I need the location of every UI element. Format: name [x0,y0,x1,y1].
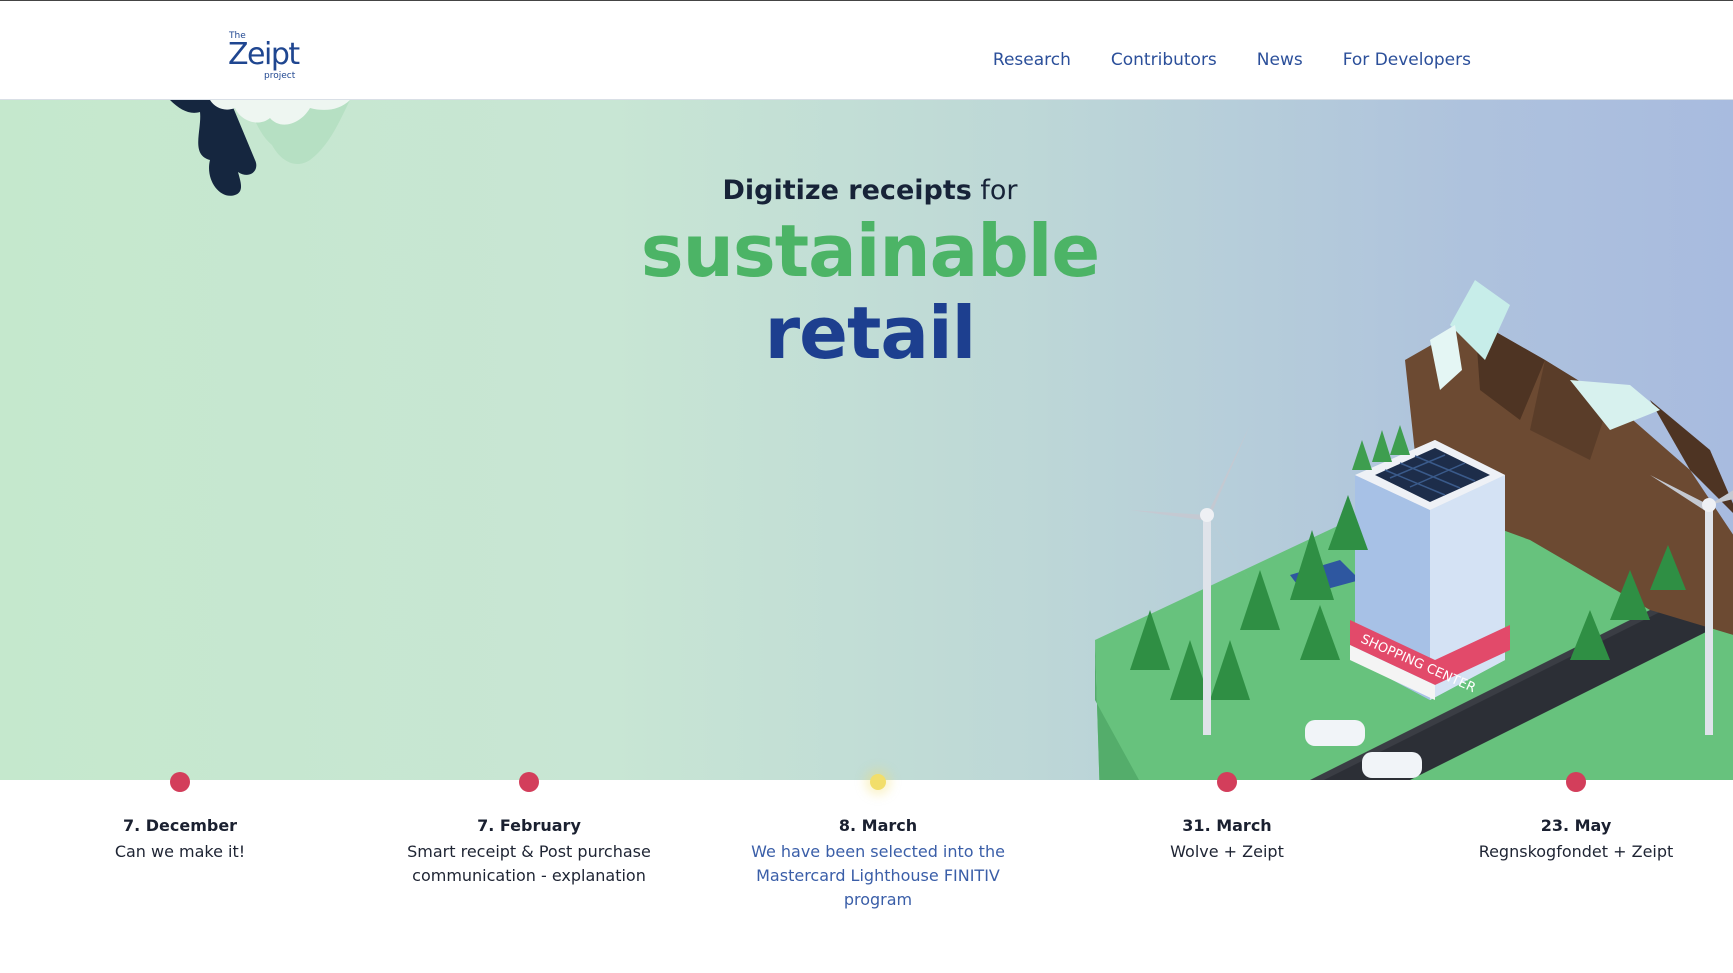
page: The Zeipt project Research Contributors … [0,0,1733,973]
timeline-date: 23. May [1540,816,1612,835]
logo-wordmark: Zeipt [228,37,300,72]
timeline-title: Regnskogfondet + Zeipt [1478,842,1674,861]
timeline-dot[interactable] [1566,772,1586,792]
timeline-date: 7. February [477,816,581,835]
site-header: The Zeipt project Research Contributors … [0,0,1733,100]
nav-for-developers-link[interactable]: For Developers [1343,50,1471,70]
hero-line-1: Digitize receipts for [0,175,1733,206]
timeline-title: Smart receipt & Post purchase communicat… [407,842,651,885]
timeline-dot-active[interactable] [870,774,886,790]
timeline-dot[interactable] [519,772,539,792]
logo-project: project [264,71,296,81]
nav-research-link[interactable]: Research [993,50,1071,70]
hero-section: Digitize receipts for sustainable retail [0,100,1733,780]
timeline-title: Wolve + Zeipt [1170,842,1284,861]
isometric-shopping-center-illustration: SHOPPING CENTER [1095,280,1733,780]
timeline-title: We have been selected into the Mastercar… [751,842,1005,909]
news-timeline: 7. December Can we make it! 7. February … [0,772,1733,972]
nav-news-link[interactable]: News [1257,50,1303,70]
timeline-date: 8. March [838,816,918,835]
main-nav: Research Contributors News For Developer… [993,50,1471,70]
timeline-date: 31. March [1182,816,1272,835]
timeline-dot[interactable] [170,772,190,792]
nav-contributors-link[interactable]: Contributors [1111,50,1217,70]
timeline-title: Can we make it! [114,842,246,861]
timeline-date: 7. December [122,816,238,835]
hero-line-1-bold: Digitize receipts [722,175,972,206]
hero-line-1-light: for [980,175,1018,206]
timeline-dot[interactable] [1217,772,1237,792]
zeipt-logo[interactable]: The Zeipt project [228,31,300,83]
